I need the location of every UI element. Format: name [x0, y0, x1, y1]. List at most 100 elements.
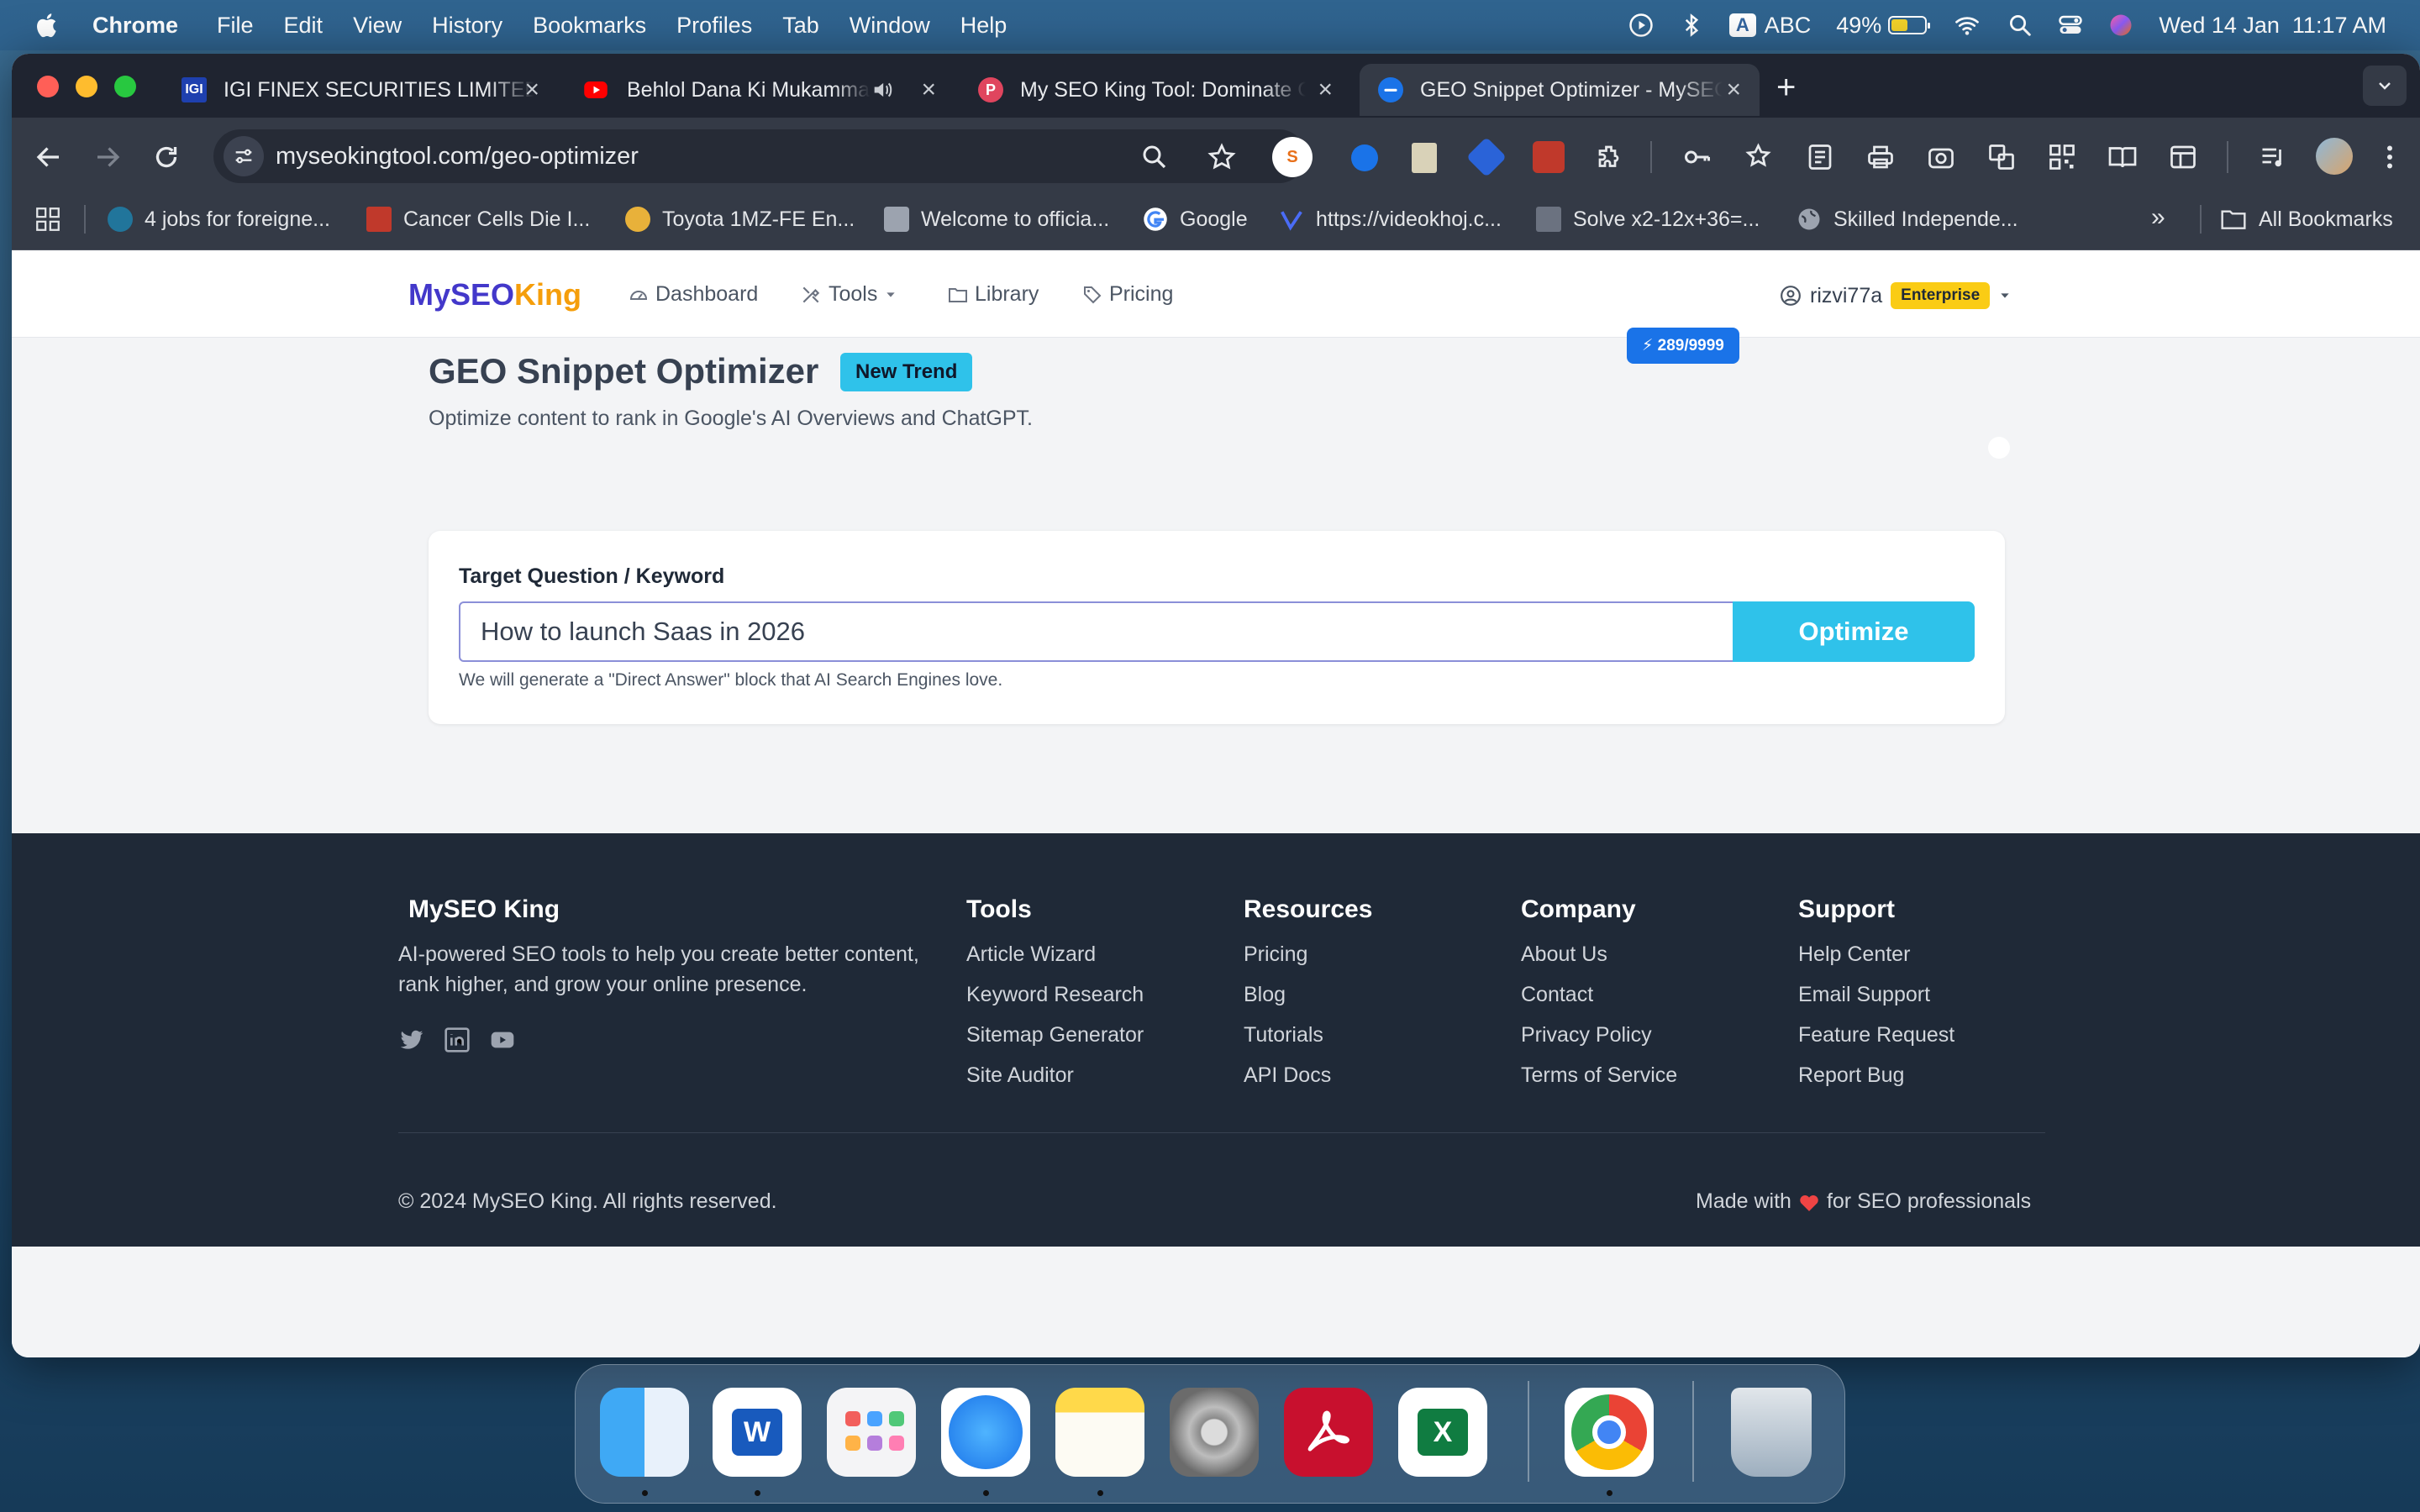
- footer-link-privacy-policy[interactable]: Privacy Policy: [1521, 1023, 1677, 1047]
- footer-link-pricing[interactable]: Pricing: [1244, 942, 1372, 967]
- bookmark-star-button[interactable]: [1207, 142, 1237, 172]
- bookmark-jobs[interactable]: 4 jobs for foreigne...: [108, 200, 330, 239]
- footer-link-email-support[interactable]: Email Support: [1798, 983, 1954, 1007]
- bluetooth-icon[interactable]: [1679, 13, 1704, 38]
- extension-notes-icon[interactable]: [1412, 143, 1437, 173]
- play-icon[interactable]: [1628, 13, 1654, 38]
- bookmark-toyota[interactable]: Toyota 1MZ-FE En...: [625, 200, 855, 239]
- tab-myseoking[interactable]: P My SEO King Tool: Dominate Google ×: [960, 64, 1351, 116]
- menu-help[interactable]: Help: [960, 13, 1007, 39]
- control-center-icon[interactable]: [2058, 13, 2083, 38]
- close-tab-icon[interactable]: ×: [1726, 76, 1741, 104]
- extension-star-icon[interactable]: [1533, 141, 1565, 173]
- footer-link-sitemap-generator[interactable]: Sitemap Generator: [966, 1023, 1144, 1047]
- more-bookmarks-icon[interactable]: »: [2151, 203, 2165, 232]
- finder-icon[interactable]: [600, 1388, 689, 1477]
- seo-extension-icon[interactable]: S: [1272, 137, 1313, 177]
- close-window-button[interactable]: [37, 76, 59, 97]
- menu-file[interactable]: File: [217, 13, 254, 39]
- extension-blue-icon[interactable]: [1351, 144, 1378, 171]
- menu-bookmarks[interactable]: Bookmarks: [533, 13, 646, 39]
- bookmark-skilled[interactable]: Skilled Independe...: [1797, 200, 2018, 239]
- footer-link-article-wizard[interactable]: Article Wizard: [966, 942, 1144, 967]
- user-menu[interactable]: rizvi77a Enterprise: [1780, 282, 2012, 309]
- menu-window[interactable]: Window: [850, 13, 930, 39]
- menu-history[interactable]: History: [432, 13, 502, 39]
- bookmark-solve[interactable]: Solve x2-12x+36=...: [1536, 200, 1760, 239]
- nav-pricing[interactable]: Pricing: [1082, 282, 1173, 307]
- print-button[interactable]: [1865, 142, 1896, 172]
- tab-igi-finex[interactable]: IGI IGI FINEX SECURITIES LIMITED ×: [163, 64, 558, 116]
- bookmark-welcome[interactable]: Welcome to officia...: [884, 200, 1109, 239]
- bookmark-cancer-cells[interactable]: Cancer Cells Die I...: [366, 200, 590, 239]
- close-tab-icon[interactable]: ×: [1318, 76, 1333, 104]
- footer-link-keyword-research[interactable]: Keyword Research: [966, 983, 1144, 1007]
- credits-badge[interactable]: ⚡ 289/9999: [1627, 328, 1739, 364]
- footer-link-terms[interactable]: Terms of Service: [1521, 1063, 1677, 1088]
- optimize-button[interactable]: Optimize: [1733, 601, 1975, 662]
- menu-profiles[interactable]: Profiles: [676, 13, 752, 39]
- footer-link-help-center[interactable]: Help Center: [1798, 942, 1954, 967]
- nav-tools[interactable]: Tools: [800, 282, 897, 307]
- battery-status[interactable]: 49%: [1836, 13, 1931, 39]
- profile-avatar[interactable]: [2316, 138, 2353, 175]
- excel-icon[interactable]: X: [1398, 1388, 1487, 1477]
- menu-view[interactable]: View: [353, 13, 402, 39]
- browser-menu-button[interactable]: [2375, 142, 2405, 172]
- close-tab-icon[interactable]: ×: [921, 76, 936, 104]
- zoom-window-button[interactable]: [114, 76, 136, 97]
- footer-link-contact[interactable]: Contact: [1521, 983, 1677, 1007]
- new-tab-button[interactable]: +: [1776, 69, 1796, 107]
- clock[interactable]: Wed 14 Jan 11:17 AM: [2159, 13, 2386, 39]
- chrome-icon[interactable]: [1565, 1388, 1654, 1477]
- footer-link-about-us[interactable]: About Us: [1521, 942, 1677, 967]
- keyword-input[interactable]: [459, 601, 1734, 662]
- all-bookmarks-button[interactable]: All Bookmarks: [2220, 200, 2393, 239]
- footer-link-tutorials[interactable]: Tutorials: [1244, 1023, 1372, 1047]
- apple-icon[interactable]: [34, 11, 62, 39]
- bookmark-google[interactable]: Google: [1143, 200, 1248, 239]
- back-button[interactable]: [34, 142, 64, 172]
- media-controls-button[interactable]: [2259, 142, 2289, 172]
- footer-link-api-docs[interactable]: API Docs: [1244, 1063, 1372, 1088]
- spotlight-search-icon[interactable]: [2007, 13, 2033, 38]
- minimize-window-button[interactable]: [76, 76, 97, 97]
- extensions-button[interactable]: [1595, 142, 1625, 172]
- input-source[interactable]: A ABC: [1728, 13, 1811, 39]
- zoom-button[interactable]: [1139, 142, 1170, 172]
- safari-icon[interactable]: [941, 1388, 1030, 1477]
- passwords-button[interactable]: [1682, 142, 1712, 172]
- trash-icon[interactable]: [1731, 1388, 1812, 1477]
- footer-link-report-bug[interactable]: Report Bug: [1798, 1063, 1954, 1088]
- tab-geo-snippet-optimizer[interactable]: GEO Snippet Optimizer - MySEO King ×: [1360, 64, 1760, 116]
- apps-button[interactable]: [34, 205, 62, 234]
- footer-link-site-auditor[interactable]: Site Auditor: [966, 1063, 1144, 1088]
- translate-button[interactable]: [1986, 142, 2017, 172]
- footer-link-feature-request[interactable]: Feature Request: [1798, 1023, 1954, 1047]
- twitter-icon[interactable]: [398, 1026, 425, 1053]
- url-text[interactable]: myseokingtool.com/geo-optimizer: [276, 143, 639, 171]
- reload-button[interactable]: [151, 142, 182, 172]
- acrobat-icon[interactable]: [1284, 1388, 1373, 1477]
- bookmarks-button[interactable]: [1744, 142, 1775, 172]
- word-icon[interactable]: W: [713, 1388, 802, 1477]
- close-tab-icon[interactable]: ×: [524, 76, 539, 104]
- side-panel-button[interactable]: [2168, 142, 2198, 172]
- reading-list-button[interactable]: [1805, 142, 1835, 172]
- nav-dashboard[interactable]: Dashboard: [629, 282, 758, 307]
- qr-code-button[interactable]: [2047, 142, 2077, 172]
- site-info-button[interactable]: [224, 136, 264, 176]
- youtube-icon[interactable]: [489, 1026, 516, 1053]
- launchpad-icon[interactable]: [827, 1388, 916, 1477]
- screenshot-button[interactable]: [1926, 142, 1956, 172]
- bookmark-videokhoj[interactable]: https://videokhoj.c...: [1279, 200, 1502, 239]
- forward-button[interactable]: [92, 142, 123, 172]
- menu-edit[interactable]: Edit: [284, 13, 324, 39]
- linkedin-icon[interactable]: [444, 1026, 471, 1053]
- menu-app-name[interactable]: Chrome: [92, 13, 178, 39]
- tab-youtube[interactable]: Behlol Dana Ki Mukammal ×: [563, 64, 955, 116]
- siri-icon[interactable]: [2108, 13, 2133, 38]
- menu-tab[interactable]: Tab: [782, 13, 819, 39]
- wifi-icon[interactable]: [1952, 13, 1982, 38]
- settings-icon[interactable]: [1170, 1388, 1259, 1477]
